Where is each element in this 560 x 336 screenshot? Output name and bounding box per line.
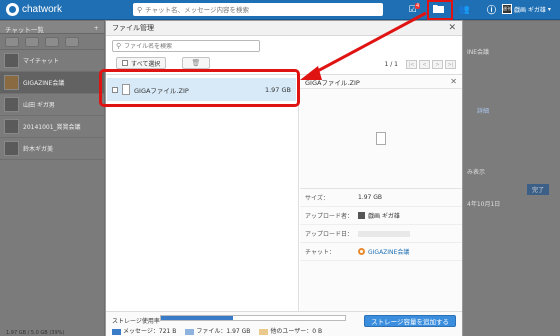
arrow-shaft bbox=[311, 11, 427, 76]
annotation-arrow bbox=[300, 11, 427, 80]
arrow-head bbox=[300, 66, 322, 80]
